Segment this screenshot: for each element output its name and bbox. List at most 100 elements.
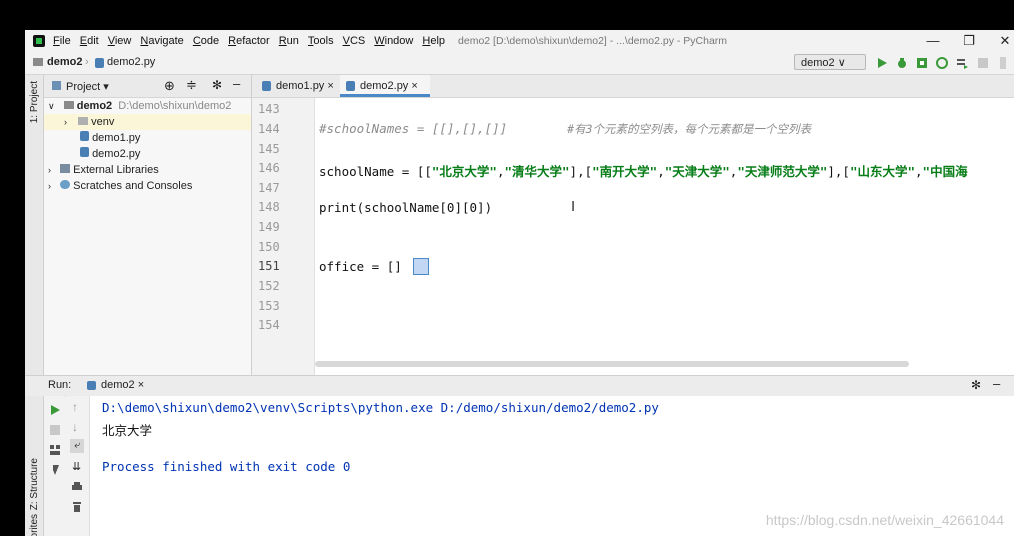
maximize-button[interactable]: ❐: [951, 30, 987, 52]
run-menu-icon[interactable]: [956, 57, 968, 69]
print-icon[interactable]: [72, 482, 82, 492]
minimize-button[interactable]: —: [915, 30, 951, 52]
python-file-icon: [95, 58, 104, 68]
profile-icon[interactable]: [936, 57, 948, 69]
console-exit-line: Process finished with exit code 0: [102, 459, 351, 474]
python-file-icon: [80, 131, 89, 141]
favorites-tool-tab[interactable]: orites: [29, 514, 40, 536]
line-number: 143: [258, 102, 280, 116]
project-panel: Project ▾ ⊕ ≑ ✻ – ∨ demo2 D:\demo\shixun…: [44, 75, 252, 375]
python-file-icon: [87, 381, 96, 390]
title-bar: File Edit View Navigate Code Refactor Ru…: [25, 30, 1014, 52]
tree-item-label: demo2: [76, 100, 113, 112]
menu-tools[interactable]: Tools: [308, 35, 334, 47]
trash-icon[interactable]: [72, 502, 82, 512]
code-line-148: print(schoolName[0][0]): [319, 200, 492, 215]
tab-demo1-py[interactable]: demo1.py ×: [256, 75, 334, 97]
run-label: Run:: [48, 379, 72, 391]
run-toolbar-secondary: ↑ ↓ ⤶ ⇊: [66, 396, 90, 536]
console-command-line: D:\demo\shixun\demo2\venv\Scripts\python…: [102, 400, 659, 415]
bracket-highlight: [413, 258, 429, 275]
string-literal: "山东大学": [849, 164, 916, 179]
tab-label: demo2.py ×: [360, 80, 418, 92]
breadcrumb-project[interactable]: demo2: [47, 56, 82, 68]
menu-help[interactable]: Help: [422, 35, 445, 47]
watermark: https://blog.csdn.net/weixin_42661044: [765, 512, 1004, 528]
hide-panel-icon[interactable]: –: [993, 376, 1000, 391]
menu-navigate[interactable]: Navigate: [140, 35, 183, 47]
tree-item-demo1-py[interactable]: demo1.py: [80, 130, 140, 146]
pycharm-logo-icon: [33, 35, 45, 47]
rerun-icon[interactable]: [50, 405, 60, 415]
menu-window[interactable]: Window: [374, 35, 413, 47]
menu-code[interactable]: Code: [193, 35, 219, 47]
string-literal: "中国海: [922, 164, 968, 179]
string-literal: "北京大学": [431, 164, 497, 179]
scratches-icon: [60, 180, 71, 189]
code-line-151: office = []: [319, 259, 402, 274]
window-title: demo2 [D:\demo\shixun\demo2] - ...\demo2…: [458, 35, 728, 47]
arrow-up-icon[interactable]: ↑: [72, 400, 78, 414]
string-literal: "天津大学": [664, 164, 730, 179]
chevron-right-icon: ›: [64, 117, 67, 127]
bottom-left-tool-strip: Z: Structure orites: [25, 396, 44, 536]
gear-icon[interactable]: ✻: [212, 78, 222, 92]
folder-icon: [33, 58, 43, 66]
menu-refactor[interactable]: Refactor: [228, 35, 270, 47]
layout-icon[interactable]: [50, 445, 60, 455]
tree-item-label: demo1.py: [92, 132, 141, 144]
structure-tool-tab[interactable]: Z: Structure: [29, 458, 40, 510]
run-icon[interactable]: [876, 57, 888, 69]
tree-item-demo2-py[interactable]: demo2.py: [80, 146, 140, 162]
run-console[interactable]: D:\demo\shixun\demo2\venv\Scripts\python…: [90, 396, 1014, 536]
run-configuration-select[interactable]: demo2 ∨: [794, 54, 866, 70]
code-editor[interactable]: #schoolNames = [[],[],[]] #有3个元素的空列表，每个元素…: [315, 98, 1014, 375]
menu-edit[interactable]: Edit: [80, 35, 99, 47]
horizontal-scrollbar[interactable]: [315, 361, 909, 367]
line-number: 149: [258, 220, 280, 234]
folder-icon: [63, 101, 74, 109]
menu-file[interactable]: File: [53, 35, 71, 47]
debug-icon[interactable]: [896, 57, 908, 69]
coverage-icon[interactable]: [916, 57, 928, 69]
line-number: 146: [258, 161, 280, 175]
breadcrumb-separator: ›: [85, 56, 89, 68]
code-text: office = []: [319, 259, 402, 274]
menu-run[interactable]: Run: [279, 35, 299, 47]
tree-item-scratches[interactable]: › Scratches and Consoles: [48, 178, 192, 194]
menu-vcs[interactable]: VCS: [343, 35, 366, 47]
tree-item-venv[interactable]: › venv: [44, 114, 251, 130]
gear-icon[interactable]: ✻: [971, 378, 981, 392]
line-number: 154: [258, 318, 280, 332]
stop-icon[interactable]: [50, 425, 60, 435]
tab-demo2-py[interactable]: demo2.py ×: [340, 75, 430, 97]
chevron-right-icon: ›: [48, 165, 51, 175]
close-button[interactable]: ✕: [987, 30, 1014, 52]
chevron-down-icon: ∨: [48, 101, 55, 111]
line-number: 148: [258, 200, 280, 214]
pin-icon[interactable]: [50, 465, 60, 475]
collapse-icon[interactable]: ≑: [186, 77, 197, 93]
run-config-label: demo2 ∨: [801, 57, 846, 69]
tree-item-label: Scratches and Consoles: [73, 180, 193, 192]
project-tool-tab[interactable]: 1: Project: [29, 81, 40, 123]
scroll-to-end-icon[interactable]: ⇊: [72, 460, 81, 473]
tree-item-demo2[interactable]: ∨ demo2 D:\demo\shixun\demo2: [44, 98, 231, 114]
line-number: 150: [258, 240, 280, 254]
stop-icon[interactable]: [977, 57, 989, 69]
soft-wrap-icon[interactable]: ⤶: [70, 439, 84, 453]
project-view-selector[interactable]: Project ▾: [66, 80, 109, 93]
hide-panel-icon[interactable]: –: [233, 76, 240, 91]
breadcrumb-file[interactable]: demo2.py: [107, 56, 155, 68]
menu-view[interactable]: View: [108, 35, 132, 47]
python-file-icon: [80, 147, 89, 157]
project-panel-header: Project ▾ ⊕ ≑ ✻ –: [44, 75, 251, 98]
run-toolbar-primary: [44, 396, 65, 536]
locate-icon[interactable]: ⊕: [164, 78, 175, 94]
tree-item-path: D:\demo\shixun\demo2: [118, 100, 232, 112]
tree-item-label: venv: [91, 116, 115, 128]
left-tool-strip: 1: Project: [25, 75, 44, 375]
run-tab-demo2[interactable]: demo2 ×: [101, 379, 144, 391]
arrow-down-icon[interactable]: ↓: [72, 420, 78, 434]
tree-item-external-libraries[interactable]: › External Libraries: [48, 162, 159, 178]
